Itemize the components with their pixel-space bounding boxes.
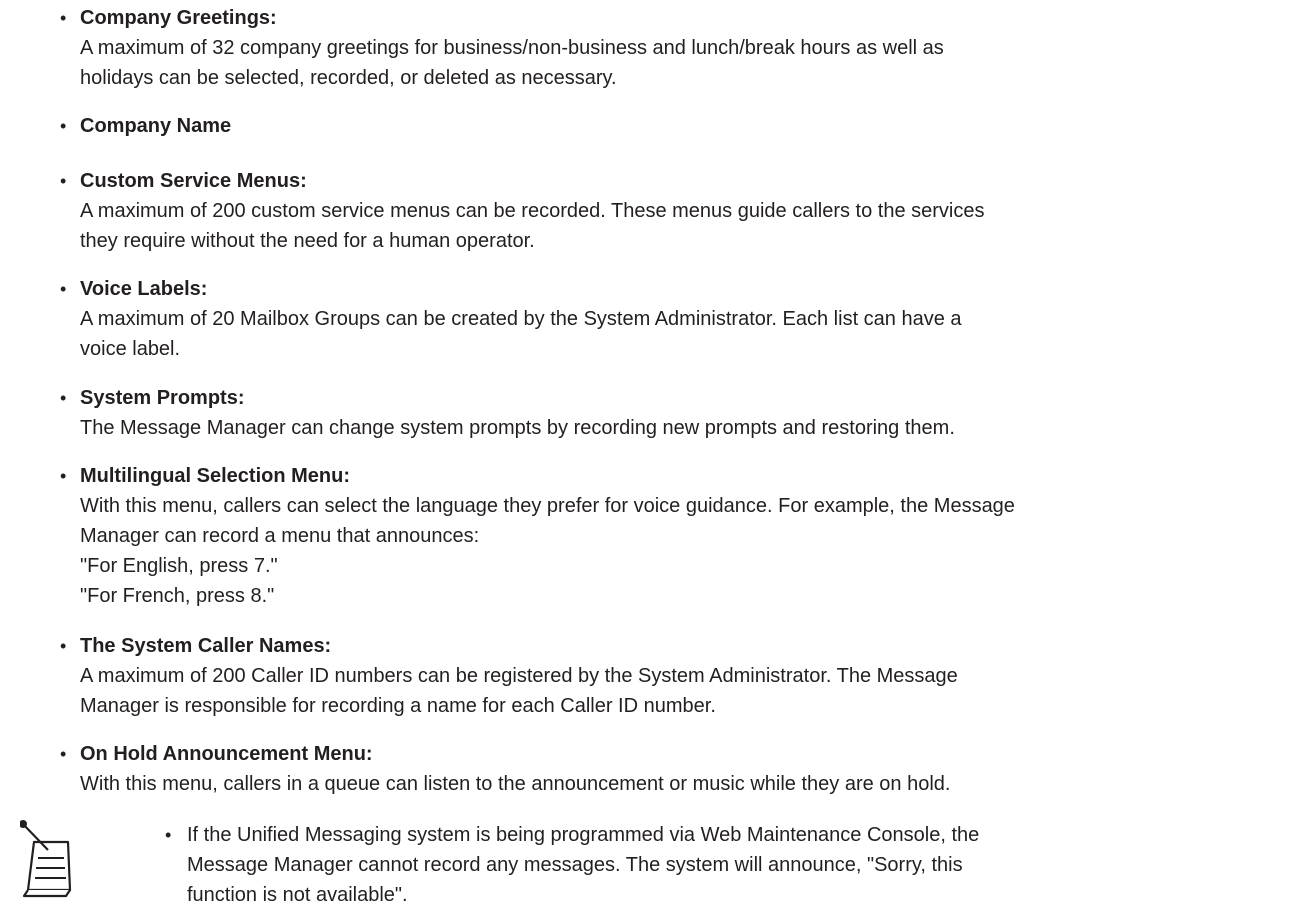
note-line: function is not available".: [187, 884, 408, 906]
description-line: A maximum of 200 Caller ID numbers can b…: [80, 665, 958, 687]
item-description: With this menu, callers can select the l…: [80, 491, 1304, 611]
description-line: they require without the need for a huma…: [80, 230, 535, 252]
description-line: holidays can be selected, recorded, or d…: [80, 67, 617, 89]
item-title: Company Greetings:: [80, 7, 277, 29]
bullet: •: [60, 171, 67, 191]
note-bullet: •: [165, 825, 172, 845]
bullet: •: [60, 388, 67, 408]
note-line: If the Unified Messaging system is being…: [187, 824, 980, 846]
description-line: The Message Manager can change system pr…: [80, 417, 955, 439]
item-title: Custom Service Menus:: [80, 170, 307, 192]
item-description: The Message Manager can change system pr…: [80, 413, 1304, 443]
description-line: Manager can record a menu that announces…: [80, 525, 480, 547]
bullet: •: [60, 8, 67, 28]
description-line: A maximum of 200 custom service menus ca…: [80, 200, 985, 222]
item-title: Voice Labels:: [80, 278, 208, 300]
bullet: •: [60, 636, 67, 656]
bullet: •: [60, 466, 67, 486]
note-line: Message Manager cannot record any messag…: [187, 854, 963, 876]
item-title: Multilingual Selection Menu:: [80, 465, 350, 487]
item-title: The System Caller Names:: [80, 635, 332, 657]
item-title: Company Name: [80, 115, 232, 137]
bullet: •: [60, 744, 67, 764]
item-description: A maximum of 200 custom service menus ca…: [80, 196, 1304, 256]
description-line: A maximum of 20 Mailbox Groups can be cr…: [80, 308, 962, 330]
description-line: Manager is responsible for recording a n…: [80, 695, 716, 717]
item-title: System Prompts:: [80, 387, 245, 409]
description-line: A maximum of 32 company greetings for bu…: [80, 37, 944, 59]
description-line: "For French, press 8.": [80, 585, 275, 607]
item-description: With this menu, callers in a queue can l…: [80, 769, 1304, 799]
bullet: •: [60, 279, 67, 299]
description-line: With this menu, callers can select the l…: [80, 495, 1015, 517]
item-description: A maximum of 200 Caller ID numbers can b…: [80, 661, 1304, 721]
notepad-pencil-icon: [20, 820, 72, 898]
item-description: A maximum of 20 Mailbox Groups can be cr…: [80, 304, 1304, 364]
bullet: •: [60, 116, 67, 136]
item-description: A maximum of 32 company greetings for bu…: [80, 33, 1304, 93]
note-box: • If the Unified Messaging system is bei…: [20, 820, 1300, 915]
description-line: "For English, press 7.": [80, 555, 278, 577]
item-title: On Hold Announcement Menu:: [80, 743, 373, 765]
note-text: If the Unified Messaging system is being…: [187, 820, 1297, 910]
description-line: voice label.: [80, 338, 181, 360]
manual-page: • Company Greetings: A maximum of 32 com…: [0, 0, 1304, 915]
description-line: With this menu, callers in a queue can l…: [80, 773, 951, 795]
